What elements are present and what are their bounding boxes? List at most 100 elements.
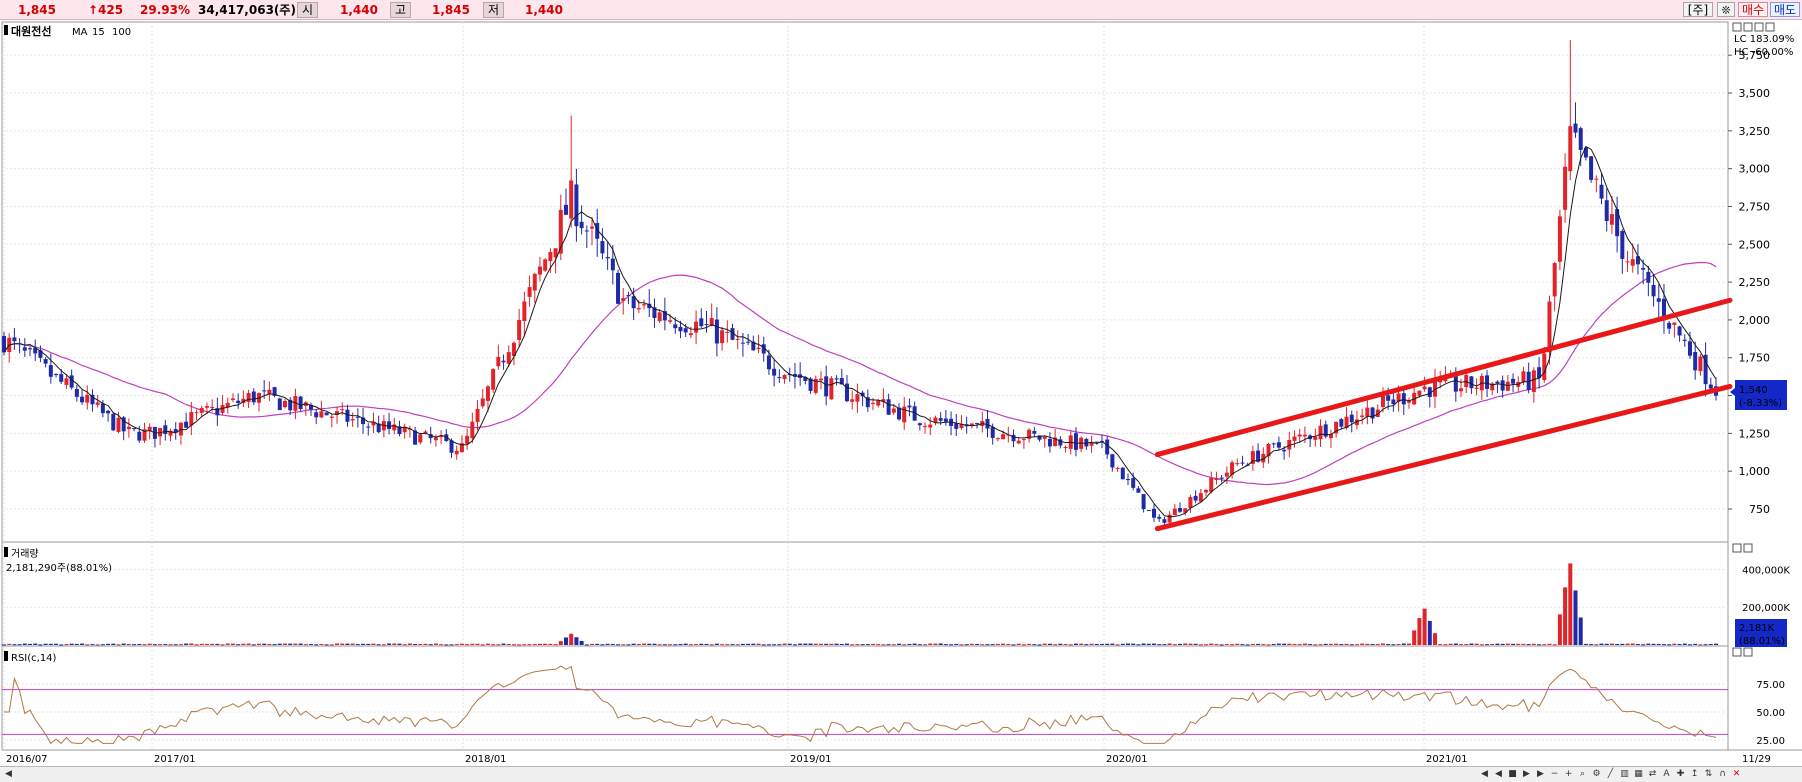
volume-bar (184, 643, 189, 645)
volume-bar (912, 643, 917, 645)
volume-bar (954, 643, 959, 645)
price-tick-label: 2,250 (1739, 276, 1771, 289)
volume-bar (569, 633, 574, 645)
sort-icon[interactable]: ⇅ (1702, 768, 1715, 781)
arrow-tool-icon[interactable]: ↥ (1688, 768, 1701, 781)
rsi-tick-label: 50.00 (1756, 708, 1785, 719)
volume-bar (402, 644, 407, 646)
volume-bar (1516, 643, 1521, 645)
volume-bar (1162, 644, 1167, 646)
zoom-in-icon[interactable]: + (1562, 768, 1575, 781)
volume-bar (33, 643, 38, 645)
volume-bar (413, 644, 418, 646)
stock-chart[interactable]: 7501,0001,2501,5001,7502,0002,2502,5002,… (0, 0, 1802, 766)
zoom-out-icon[interactable]: − (1548, 768, 1561, 781)
candle-body (600, 241, 605, 254)
candle-body (1349, 414, 1354, 423)
volume-bar (657, 644, 662, 646)
volume-bar (652, 643, 657, 645)
volume-bar (782, 643, 787, 645)
volume-bar (1073, 643, 1078, 645)
volume-bar (371, 643, 376, 645)
candle-body (714, 319, 719, 344)
volume-bar (361, 643, 366, 645)
candle-body (933, 417, 938, 423)
candle-body (433, 437, 438, 441)
panel-corner-icons[interactable] (1732, 22, 1775, 657)
candle-body (12, 337, 17, 342)
volume-bar (1016, 643, 1021, 645)
price-tick-label: 1,000 (1739, 465, 1771, 478)
volume-bar (251, 644, 256, 646)
volume-bar (1037, 644, 1042, 646)
nav-next-icon[interactable]: ▶ (1520, 768, 1533, 781)
volume-bar (485, 643, 490, 645)
text-tool-icon[interactable]: A (1660, 768, 1673, 781)
candle-body (1021, 439, 1026, 441)
candle-body (1167, 514, 1172, 523)
nav-prev-icon[interactable]: ◀ (1492, 768, 1505, 781)
candle-body (106, 410, 111, 414)
candle-body (636, 308, 641, 310)
volume-bar (90, 644, 95, 646)
nav-first-icon[interactable]: ◀ (1478, 768, 1491, 781)
candle-body (251, 391, 256, 403)
volume-bar (366, 643, 371, 645)
candle-body (496, 356, 501, 367)
chart-scrollbar[interactable]: ◀ ◀ ◀ ■ ▶ ▶ − + ⌕ ⚙ ╱ ▥ ▦ ⇄ A ✚ ↥ ⇅ ∩ ✕ (0, 766, 1802, 782)
volume-bar (95, 644, 100, 646)
settings-icon[interactable]: ⚙ (1590, 768, 1603, 781)
candle-body (1542, 353, 1547, 381)
volume-bar (439, 644, 444, 646)
volume-bar (990, 644, 995, 646)
grid-icon[interactable]: ▦ (1632, 768, 1645, 781)
candle-body (324, 412, 329, 416)
nav-stop-icon[interactable]: ■ (1506, 768, 1519, 781)
candle-body (85, 394, 90, 403)
candle-body (917, 423, 922, 426)
volume-bar (917, 644, 922, 646)
candle-body (704, 324, 709, 326)
candle-body (22, 347, 27, 351)
volume-bar (392, 643, 397, 645)
candle-body (668, 320, 673, 322)
volume-bar (1204, 644, 1209, 646)
volume-bar (376, 644, 381, 646)
volume-bar (1011, 644, 1016, 646)
candle-body (1188, 497, 1193, 508)
candle-body (897, 407, 902, 420)
candle-body (543, 259, 548, 271)
volume-bar (173, 644, 178, 646)
volume-bar (1438, 644, 1443, 646)
crosshair-icon[interactable]: ✚ (1674, 768, 1687, 781)
scroll-left-icon[interactable]: ◀ (2, 768, 15, 781)
volume-bar (626, 644, 631, 646)
candle-body (938, 418, 943, 421)
volume-bar (600, 644, 605, 646)
volume-bar (298, 643, 303, 645)
volume-bar (1209, 643, 1214, 645)
nav-last-icon[interactable]: ▶ (1534, 768, 1547, 781)
chart-type-icon[interactable]: ▥ (1618, 768, 1631, 781)
volume-bar (688, 644, 693, 646)
magnet-icon[interactable]: ∩ (1716, 768, 1729, 781)
volume-bar (720, 644, 725, 646)
volume-bar (475, 643, 480, 645)
candle-body (69, 375, 74, 388)
volume-bar (449, 644, 454, 646)
candle-body (506, 352, 511, 364)
candle-body (314, 412, 319, 418)
volume-bar (1370, 644, 1375, 646)
candle-body (137, 431, 142, 441)
volume-bar (1469, 643, 1474, 645)
close-chart-icon[interactable]: ✕ (1730, 768, 1743, 781)
volume-bar (397, 643, 402, 645)
compare-icon[interactable]: ⇄ (1646, 768, 1659, 781)
line-tool-icon[interactable]: ╱ (1604, 768, 1617, 781)
volume-bar (189, 643, 194, 645)
candle-body (1094, 441, 1099, 443)
search-icon[interactable]: ⌕ (1576, 768, 1589, 781)
candle-body (1146, 510, 1151, 512)
volume-bar (907, 643, 912, 645)
volume-bar (100, 644, 105, 646)
